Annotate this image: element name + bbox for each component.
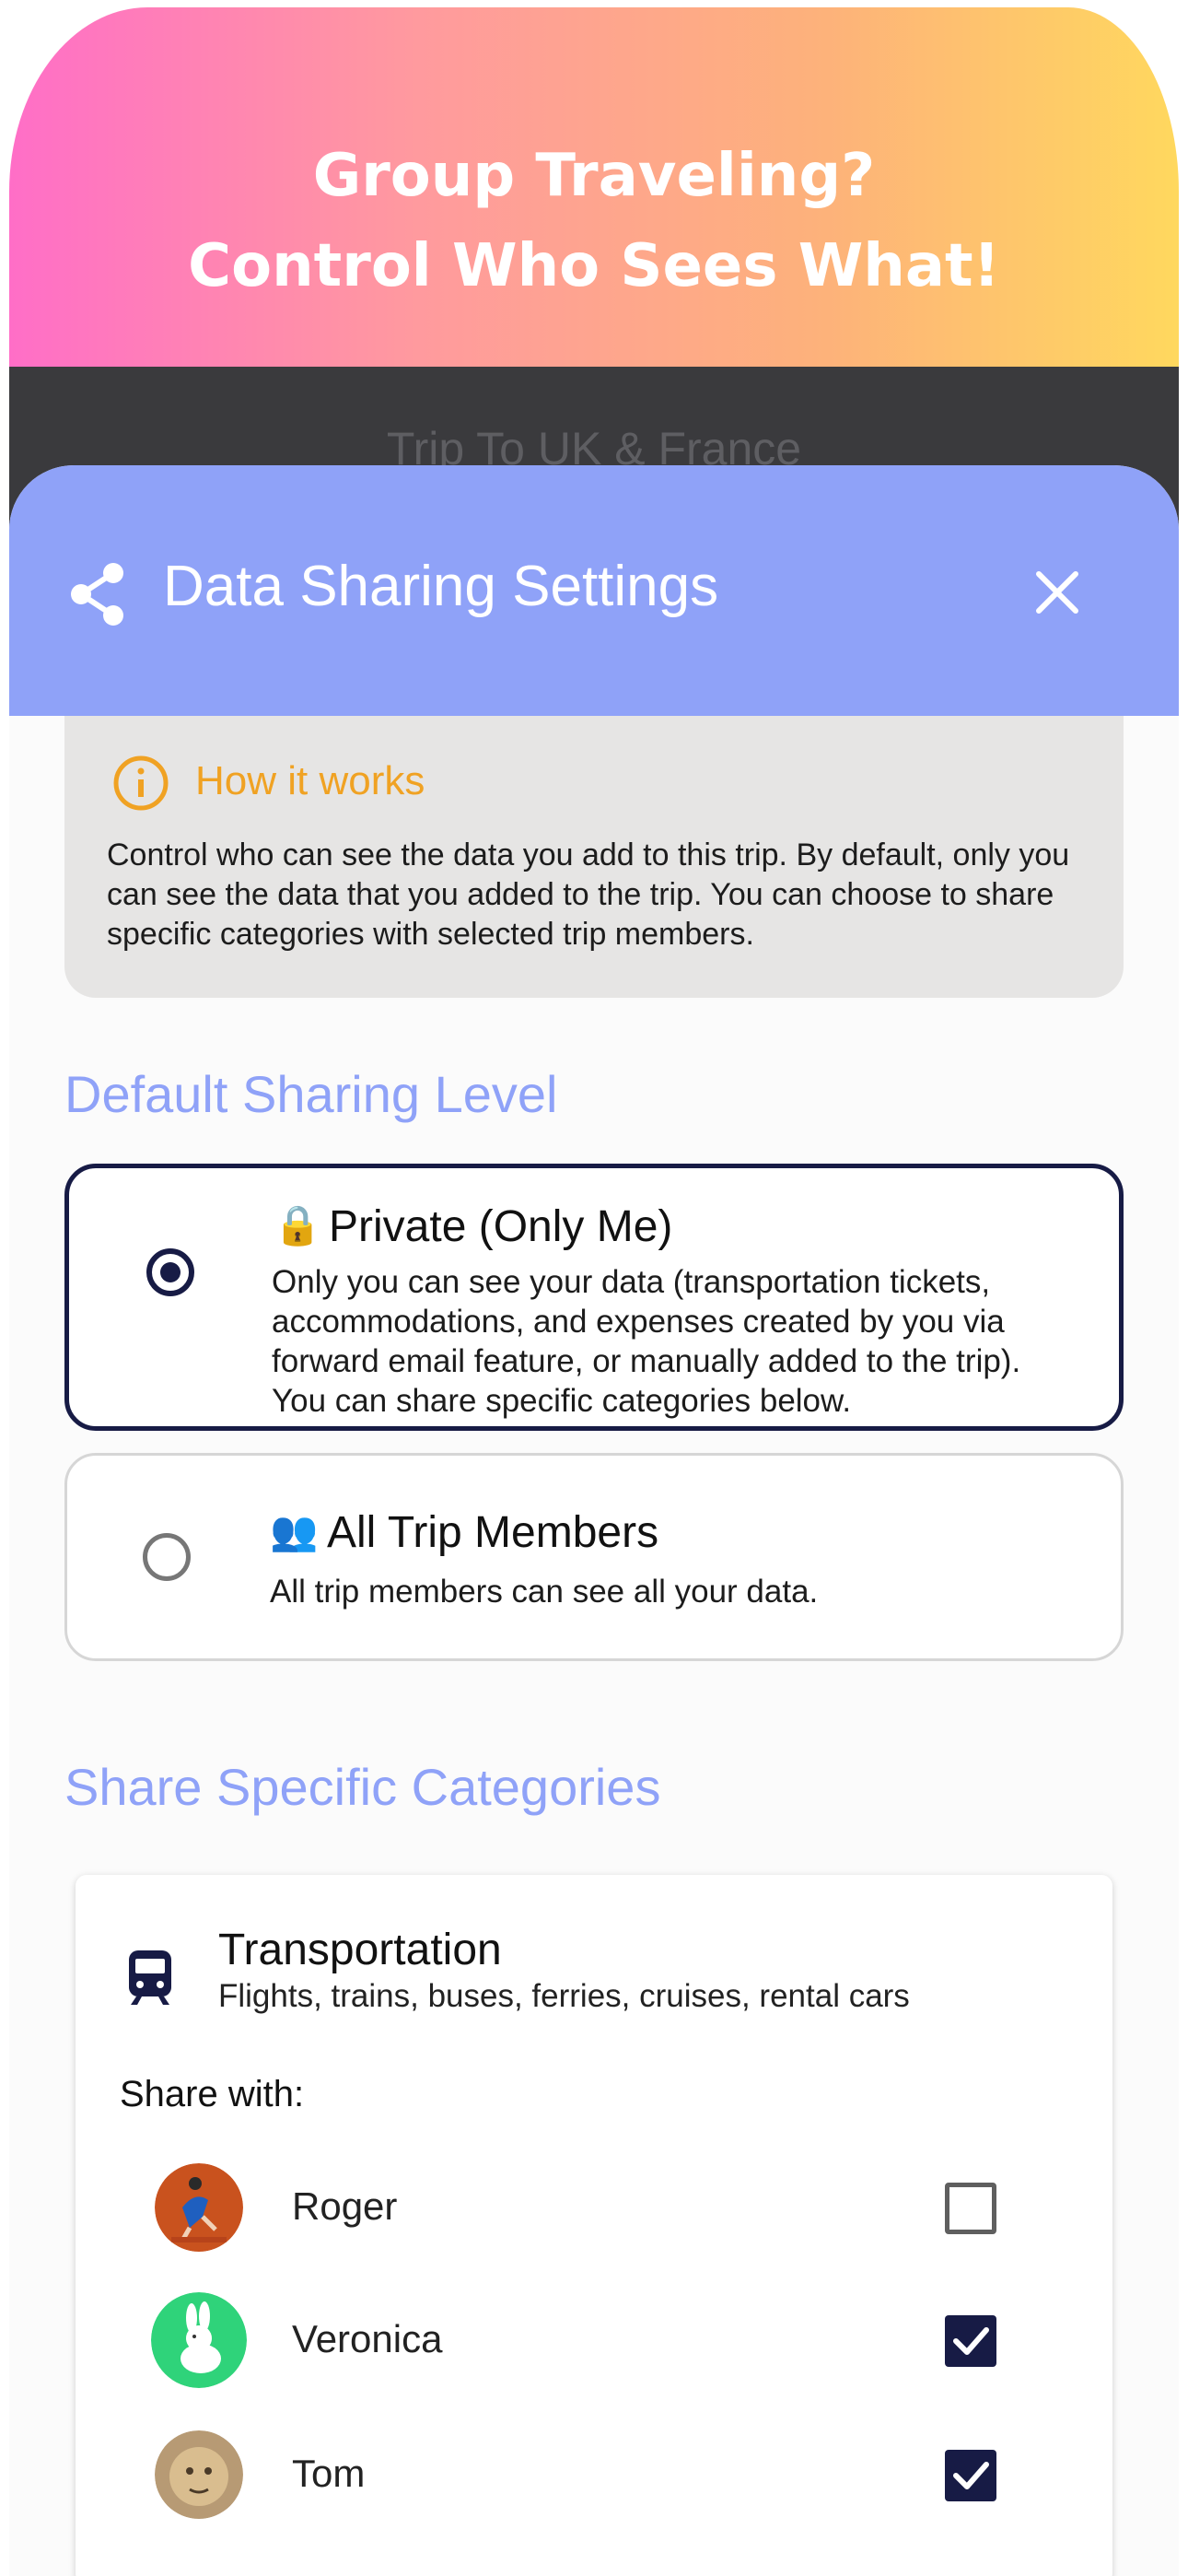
share-with-label: Share with: <box>120 2074 305 2114</box>
category-description: Flights, trains, buses, ferries, cruises… <box>218 1978 910 2014</box>
member-name: Roger <box>292 2184 398 2228</box>
default-sharing-heading: Default Sharing Level <box>64 1065 558 1123</box>
info-icon <box>113 755 169 811</box>
category-title: Transportation <box>218 1926 502 1974</box>
bus-icon <box>129 1950 171 2005</box>
app-screen: Group Traveling? Control Who Sees What! … <box>0 0 1188 2576</box>
option-private[interactable]: 🔒 Private (Only Me) Only you can see you… <box>64 1164 1124 1431</box>
member-name: Veronica <box>292 2317 443 2360</box>
data-sharing-sheet: Data Sharing Settings How it works Contr… <box>9 465 1179 2576</box>
sheet-header: Data Sharing Settings <box>9 465 1179 716</box>
option-all-members-title: All Trip Members <box>327 1508 659 1557</box>
lock-icon: 🔒 <box>274 1203 322 1247</box>
radio-private-selected[interactable] <box>146 1248 194 1296</box>
member-row[interactable]: Tom <box>76 2424 1112 2525</box>
member-row[interactable]: Veronica <box>76 2289 1112 2391</box>
share-checkbox-checked[interactable] <box>945 2315 996 2367</box>
option-all-members[interactable]: 👥 All Trip Members All trip members can … <box>64 1453 1124 1661</box>
share-checkbox-checked[interactable] <box>945 2450 996 2501</box>
promo-headline-line2: Control Who Sees What! <box>188 232 1000 300</box>
member-name: Tom <box>292 2452 366 2495</box>
option-private-title: Private (Only Me) <box>329 1202 673 1251</box>
info-title: How it works <box>195 758 425 803</box>
share-icon <box>71 563 123 626</box>
how-it-works-box: How it works Control who can see the dat… <box>64 716 1124 998</box>
group-icon: 👥 <box>270 1509 319 1552</box>
option-private-description: Only you can see your data (transportati… <box>272 1264 1021 1419</box>
share-categories-heading: Share Specific Categories <box>64 1758 661 1816</box>
sheet-title: Data Sharing Settings <box>163 555 719 618</box>
option-all-members-description: All trip members can see all your data. <box>270 1574 819 1610</box>
category-card-transportation: Transportation Flights, trains, buses, f… <box>76 1875 1112 2576</box>
avatar-veronica <box>151 2292 247 2388</box>
avatar-tom <box>155 2430 243 2519</box>
close-icon[interactable] <box>1033 568 1081 616</box>
member-row[interactable]: Roger <box>76 2157 1112 2258</box>
promo-headline-line1: Group Traveling? <box>312 142 876 210</box>
avatar-roger <box>155 2163 243 2252</box>
radio-all-members[interactable] <box>143 1533 191 1581</box>
promo-banner: Group Traveling? Control Who Sees What! <box>9 7 1179 394</box>
share-checkbox-unchecked[interactable] <box>945 2183 996 2234</box>
info-text: Control who can see the data you add to … <box>107 837 1070 952</box>
